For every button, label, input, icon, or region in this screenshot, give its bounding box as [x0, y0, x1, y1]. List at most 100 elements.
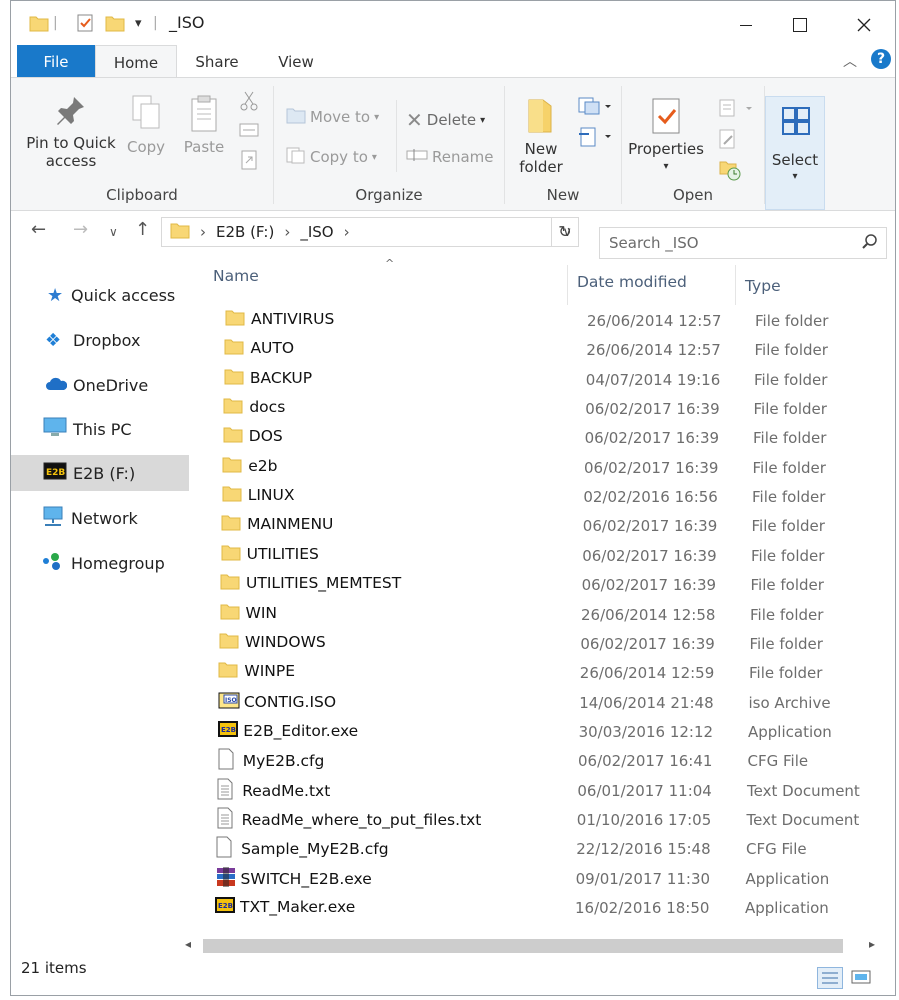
copy-path-icon[interactable] — [239, 122, 259, 142]
customize-dropdown-icon[interactable]: ▾ — [135, 11, 142, 35]
table-row[interactable]: DOS 06/02/2017 16:39 File folder — [189, 423, 895, 452]
minimize-button[interactable] — [721, 9, 771, 41]
file-type: File folder — [752, 458, 826, 477]
help-icon[interactable]: ? — [871, 49, 891, 69]
nav-item-label: OneDrive — [73, 375, 149, 395]
history-icon[interactable] — [718, 158, 742, 186]
column-header-name[interactable]: Name — [213, 267, 259, 285]
up-button[interactable]: ↑ — [135, 219, 150, 240]
table-row[interactable]: WIN 26/06/2014 12:58 File folder — [189, 600, 895, 629]
back-button[interactable]: ← — [31, 219, 46, 240]
delete-icon: ✕ — [406, 108, 423, 132]
refresh-button[interactable]: ↻ — [551, 217, 579, 247]
recent-locations-button[interactable]: ∨ — [109, 225, 118, 239]
nav-item-homegroup[interactable]: Homegroup — [11, 545, 189, 581]
close-button[interactable] — [839, 9, 889, 41]
maximize-icon — [793, 18, 807, 32]
table-row[interactable]: ReadMe_where_to_put_files.txt 01/10/2016 … — [189, 805, 895, 834]
new-folder-button[interactable]: New folder — [519, 96, 563, 176]
column-divider[interactable] — [735, 265, 736, 305]
title-bar: | ▾ | _ISO — [11, 1, 895, 45]
table-row[interactable]: ANTIVIRUS 26/06/2014 12:57 File folder — [189, 306, 895, 335]
pin-quick-access-button[interactable]: Pin to Quick access — [21, 94, 121, 170]
scrollbar-thumb[interactable] — [203, 939, 843, 953]
file-name: UTILITIES — [246, 544, 319, 563]
table-row[interactable]: e2b 06/02/2017 16:39 File folder — [189, 453, 895, 482]
file-type: iso Archive — [748, 693, 831, 712]
table-row[interactable]: ISO CONTIG.ISO 14/06/2014 21:48 iso Archive — [189, 688, 895, 717]
collapse-ribbon-icon[interactable]: ︿ — [843, 51, 857, 71]
column-header-type[interactable]: Type — [745, 277, 781, 295]
table-row[interactable]: E2B E2B_Editor.exe 30/03/2016 12:12 Applica… — [189, 717, 895, 746]
rename-button[interactable]: Rename — [406, 148, 494, 166]
table-row[interactable]: WINPE 26/06/2014 12:59 File folder — [189, 658, 895, 687]
clipboard-group-label: Clipboard — [106, 186, 178, 204]
move-to-button[interactable]: Move to ▾ — [286, 106, 379, 128]
refresh-icon: ↻ — [558, 222, 572, 241]
nav-item-onedrive[interactable]: OneDrive — [11, 367, 189, 403]
tab-file[interactable]: File — [17, 45, 95, 77]
chevron-down-icon: ▾ — [663, 161, 669, 172]
monitor-icon — [43, 417, 73, 441]
horizontal-scrollbar[interactable]: ◂ ▸ — [181, 935, 891, 959]
file-name: ReadMe_where_to_put_files.txt — [241, 810, 482, 829]
new-folder-icon[interactable] — [105, 11, 125, 35]
new-group-label: New — [546, 186, 580, 204]
properties-icon[interactable] — [75, 11, 95, 35]
copy-to-button[interactable]: Copy to ▾ — [286, 146, 377, 168]
open-icon[interactable] — [718, 98, 752, 122]
tab-view[interactable]: View — [267, 45, 325, 77]
address-bar[interactable]: › E2B (F:) › _ISO › ∨ — [161, 217, 579, 247]
open-group-label: Open — [672, 186, 714, 204]
table-row[interactable]: Sample_MyE2B.cfg 22/12/2016 15:48 CFG File — [189, 834, 895, 863]
table-row[interactable]: docs 06/02/2017 16:39 File folder — [189, 394, 895, 423]
large-icons-view-button[interactable] — [849, 967, 875, 989]
copy-button[interactable]: Copy — [123, 94, 169, 156]
nav-item-quick-access[interactable]: ★ Quick access — [11, 277, 189, 313]
delete-button[interactable]: ✕ Delete ▾ — [406, 108, 485, 132]
breadcrumb-drive[interactable]: E2B (F:) — [216, 223, 274, 241]
maximize-button[interactable] — [775, 9, 825, 41]
table-row[interactable]: UTILITIES 06/02/2017 16:39 File folder — [189, 541, 895, 570]
table-row[interactable]: ReadMe.txt 06/01/2017 11:04 Text Document — [189, 776, 895, 805]
easy-access-icon[interactable] — [577, 126, 611, 152]
breadcrumb-folder[interactable]: _ISO — [300, 223, 333, 241]
table-row[interactable]: AUTO 26/06/2014 12:57 File folder — [189, 335, 895, 364]
nav-item-network[interactable]: Network — [11, 500, 189, 536]
properties-button[interactable]: Properties ▾ — [628, 96, 704, 176]
file-type: File folder — [754, 370, 828, 389]
table-row[interactable]: MAINMENU 06/02/2017 16:39 File folder — [189, 511, 895, 540]
details-view-button[interactable] — [817, 967, 843, 989]
paste-shortcut-icon[interactable] — [239, 148, 259, 174]
forward-button[interactable]: → — [73, 219, 88, 240]
column-divider[interactable] — [567, 265, 568, 305]
paste-button[interactable]: Paste — [181, 94, 227, 156]
table-row[interactable]: SWITCH_E2B.exe 09/01/2017 11:30 Applicatio… — [189, 864, 895, 893]
search-input[interactable]: Search _ISO — [599, 227, 887, 259]
file-name: DOS — [248, 427, 283, 446]
cut-icon[interactable] — [239, 90, 259, 116]
table-row[interactable]: LINUX 02/02/2016 16:56 File folder — [189, 482, 895, 511]
details-view-icon — [822, 972, 838, 984]
file-name-cell: WINPE — [218, 660, 295, 682]
table-row[interactable]: E2B TXT_Maker.exe 16/02/2016 18:50 Applicat… — [189, 893, 895, 922]
column-header-date[interactable]: Date modified — [577, 273, 687, 291]
table-row[interactable]: MyE2B.cfg 06/02/2017 16:41 CFG File — [189, 746, 895, 775]
edit-icon[interactable] — [718, 128, 738, 154]
nav-item-this-pc[interactable]: This PC — [11, 411, 189, 447]
tab-share[interactable]: Share — [187, 45, 247, 77]
file-name-cell: MyE2B.cfg — [217, 748, 324, 774]
scroll-left-icon[interactable]: ◂ — [185, 937, 191, 951]
select-button[interactable]: Select ▾ — [765, 96, 825, 210]
folder-icon[interactable] — [29, 11, 49, 35]
scroll-right-icon[interactable]: ▸ — [869, 937, 875, 951]
properties-label: Properties — [628, 140, 704, 158]
organize-group: Move to ▾ Copy to ▾ ✕ Delete ▾ Rename Or… — [274, 78, 504, 210]
tab-home[interactable]: Home — [95, 45, 177, 77]
table-row[interactable]: BACKUP 04/07/2014 19:16 File folder — [189, 365, 895, 394]
nav-item-e2b-drive[interactable]: E2B E2B (F:) — [11, 455, 189, 491]
nav-item-dropbox[interactable]: ❖ Dropbox — [11, 322, 189, 358]
new-item-icon[interactable] — [577, 96, 611, 120]
table-row[interactable]: UTILITIES_MEMTEST 06/02/2017 16:39 File fo… — [189, 570, 895, 599]
table-row[interactable]: WINDOWS 06/02/2017 16:39 File folder — [189, 629, 895, 658]
